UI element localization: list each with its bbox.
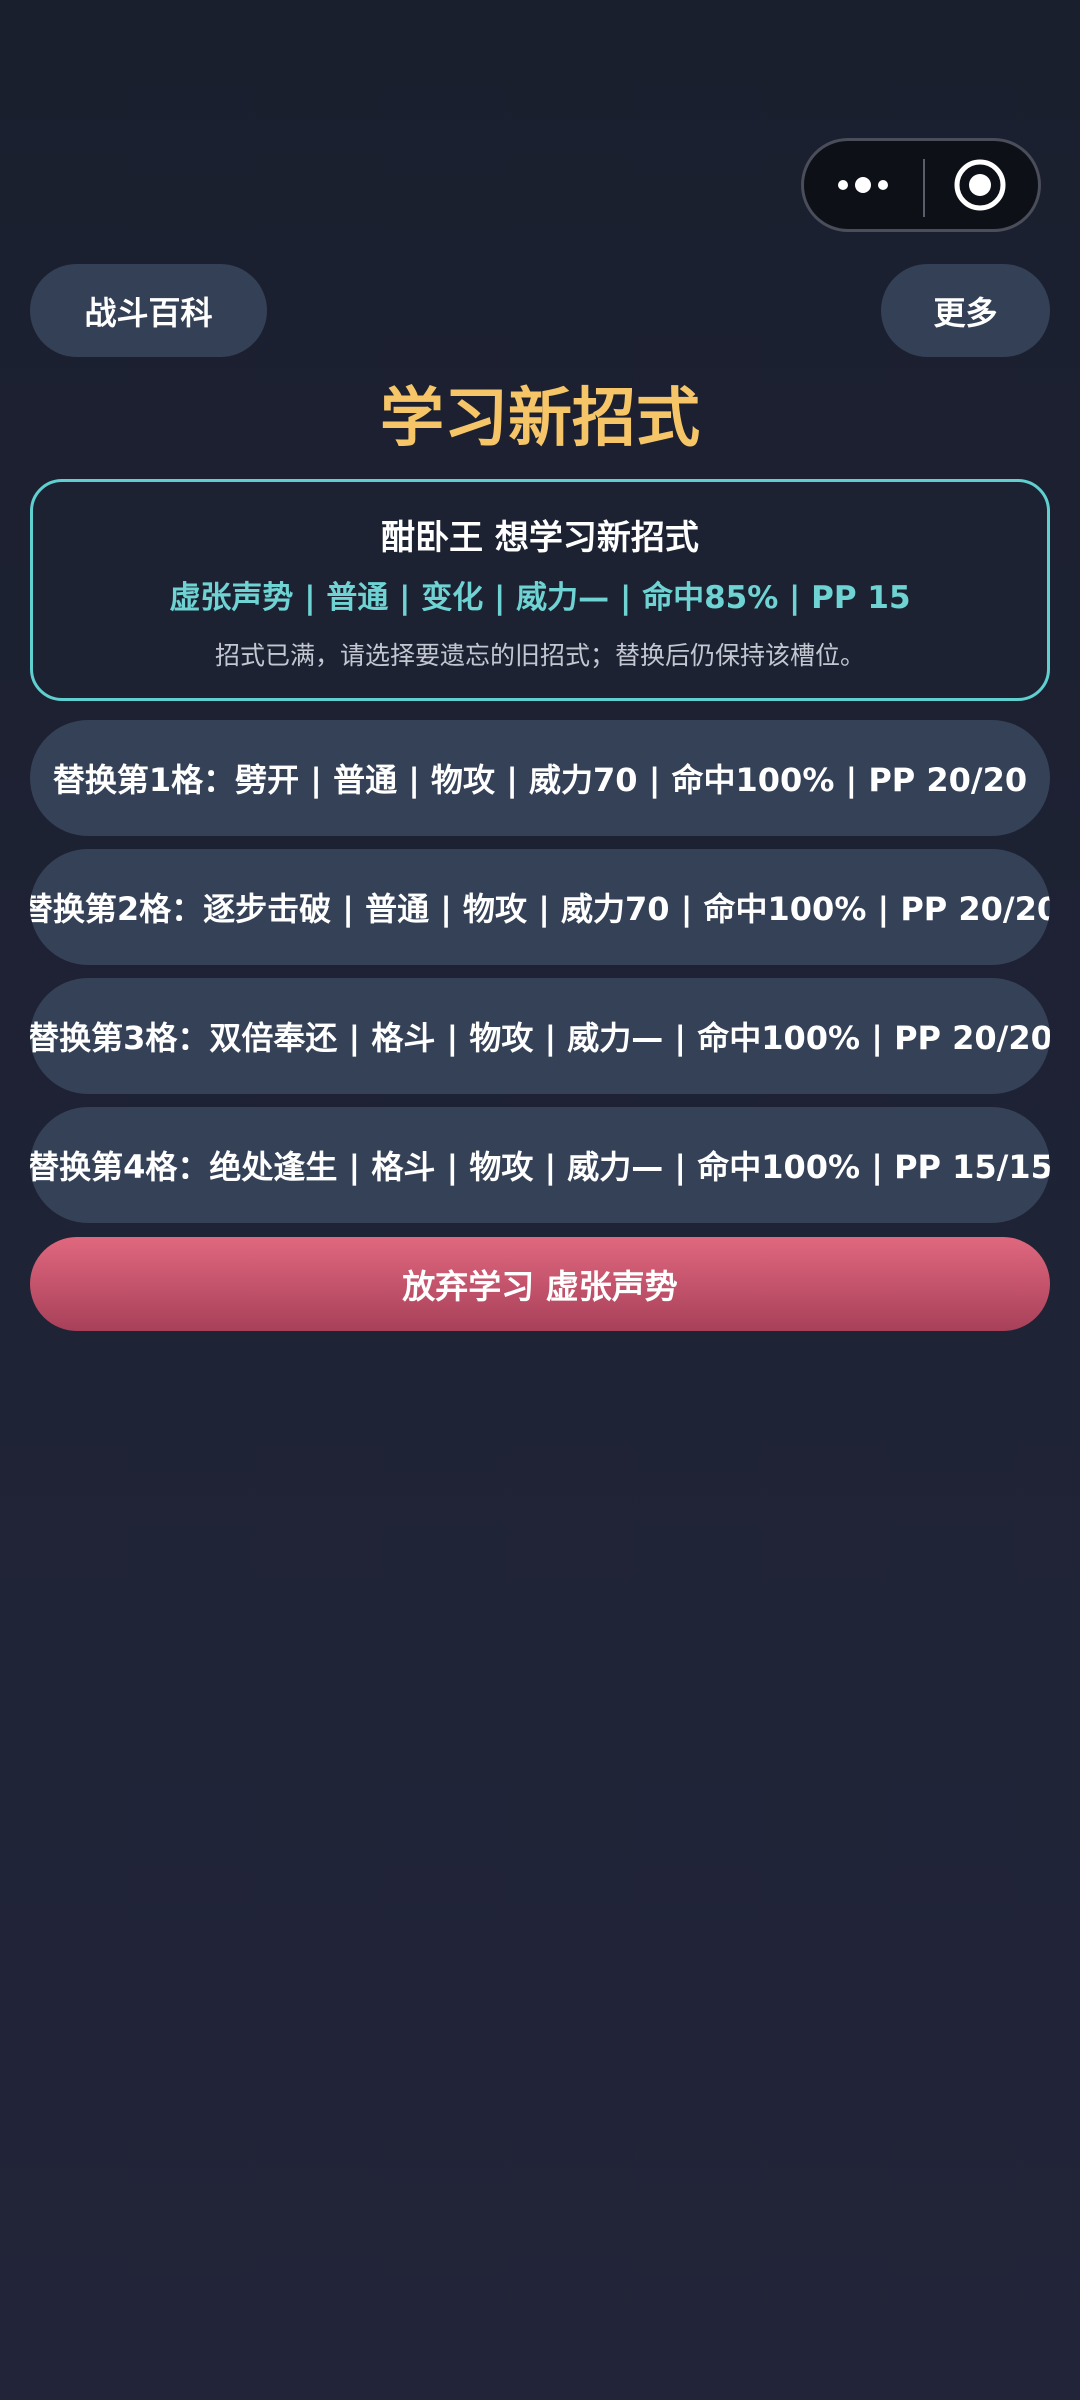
replace-slot-3-button[interactable]: 替换第3格：双倍奉还 | 格斗 | 物攻 | 威力— | 命中100% | PP… [30, 978, 1050, 1094]
new-move-info-card: 酣卧王 想学习新招式 虚张声势 | 普通 | 变化 | 威力— | 命中85% … [30, 479, 1050, 701]
replace-slot-1-button[interactable]: 替换第1格：劈开 | 普通 | 物攻 | 威力70 | 命中100% | PP … [30, 720, 1050, 836]
slots-full-hint: 招式已满，请选择要遗忘的旧招式；替换后仍保持该槽位。 [214, 641, 865, 670]
new-move-details: 虚张声势 | 普通 | 变化 | 威力— | 命中85% | PP 15 [169, 580, 911, 616]
close-app-button[interactable] [921, 141, 1038, 229]
target-circle-icon [954, 159, 1005, 211]
battle-wiki-button[interactable]: 战斗百科 [30, 264, 267, 357]
more-button[interactable]: 更多 [881, 264, 1050, 357]
capsule-divider [923, 159, 925, 217]
mini-program-capsule [801, 138, 1041, 232]
more-menu-button[interactable] [804, 141, 921, 229]
replace-slot-4-button[interactable]: 替换第4格：绝处逢生 | 格斗 | 物攻 | 威力— | 命中100% | PP… [30, 1107, 1050, 1223]
more-dots-icon [837, 177, 888, 193]
learn-prompt-title: 酣卧王 想学习新招式 [381, 518, 699, 558]
page-title: 学习新招式 [380, 382, 700, 456]
replace-slot-2-button[interactable]: 替换第2格：逐步击破 | 普通 | 物攻 | 威力70 | 命中100% | P… [30, 849, 1050, 965]
give-up-learning-button[interactable]: 放弃学习 虚张声势 [30, 1237, 1050, 1331]
